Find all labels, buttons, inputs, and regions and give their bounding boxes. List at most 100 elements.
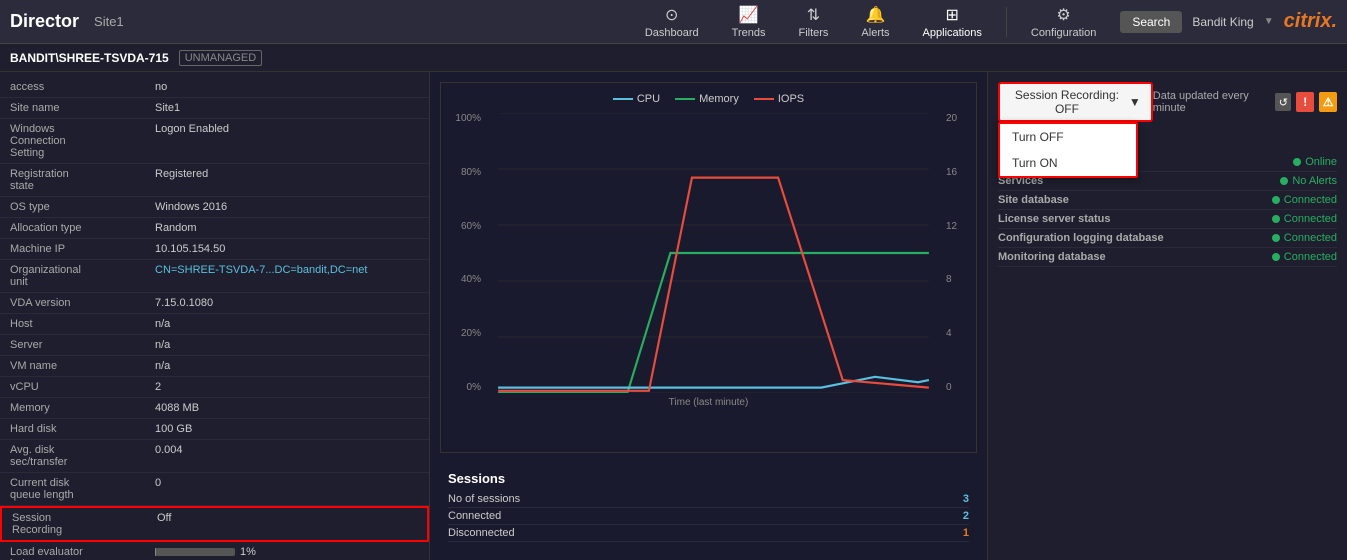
search-button[interactable]: Search [1120, 11, 1182, 33]
session-rec-label: Session Recording: OFF [1010, 88, 1124, 116]
sessions-label-total: No of sessions [448, 493, 520, 505]
value-windows: Logon Enabled [150, 121, 234, 161]
info-row-vcpu: vCPU 2 [0, 377, 429, 398]
progress-bar-fill [155, 548, 156, 556]
info-row-ip: Machine IP 10.105.154.50 [0, 239, 429, 260]
label-access: access [10, 79, 150, 95]
info-row-session-recording: SessionRecording Off [0, 506, 429, 542]
status-dot-sitedb [1272, 196, 1280, 204]
delivery-value-sitedb: Connected [1272, 194, 1337, 206]
label-ou: Organizationalunit [10, 262, 150, 290]
nav-separator [1006, 7, 1007, 37]
trends-icon: 📈 [739, 5, 759, 25]
progress-value: 1% [240, 546, 256, 558]
header-right: Search Bandit King ▼ citrix. [1120, 10, 1337, 33]
value-ip: 10.105.154.50 [150, 241, 230, 257]
chart-area: CPU Memory IOPS 100% 80% 60% 40% [440, 82, 977, 453]
y-right-tick-4: 4 [946, 328, 966, 339]
data-update-area: Data updated every minute ↺ ! ⚠ [1153, 90, 1337, 114]
value-os: Windows 2016 [150, 199, 232, 215]
label-reg: Registrationstate [10, 166, 150, 194]
legend-cpu: CPU [613, 93, 660, 105]
delivery-value-monitoring: Connected [1272, 251, 1337, 263]
user-dropdown-arrow[interactable]: ▼ [1264, 16, 1274, 27]
value-reg: Registered [150, 166, 213, 194]
left-panel: access no Site name Site1 WindowsConnect… [0, 72, 430, 560]
info-row-ou: Organizationalunit CN=SHREE-TSVDA-7...DC… [0, 260, 429, 293]
y-right-tick-0: 0 [946, 382, 966, 393]
info-row-memory: Memory 4088 MB [0, 398, 429, 419]
nav-applications-label: Applications [923, 27, 982, 39]
delivery-label-sitedb: Site database [998, 194, 1069, 206]
label-host: Host [10, 316, 150, 332]
label-avg-disk: Avg. disksec/transfer [10, 442, 150, 470]
nav-trends-label: Trends [732, 27, 766, 39]
label-vda: VDA version [10, 295, 150, 311]
delivery-label-configlog: Configuration logging database [998, 232, 1164, 244]
middle-panel: CPU Memory IOPS 100% 80% 60% 40% [430, 72, 987, 560]
delivery-label-license: License server status [998, 213, 1111, 225]
nav-filters[interactable]: ⇅ Filters [784, 1, 842, 43]
citrix-logo: citrix. [1284, 10, 1337, 33]
cpu-color [613, 98, 633, 100]
applications-icon: ⊞ [946, 5, 959, 25]
y-right-tick-8: 8 [946, 274, 966, 285]
unmanaged-badge: UNMANAGED [179, 50, 263, 66]
delivery-value-status: Online [1293, 156, 1337, 168]
legend-iops: IOPS [754, 93, 804, 105]
label-disk: Hard disk [10, 421, 150, 437]
value-ou[interactable]: CN=SHREE-TSVDA-7...DC=bandit,DC=net [150, 262, 372, 290]
nav-dashboard-label: Dashboard [645, 27, 699, 39]
brand-logo: Director [10, 11, 79, 32]
session-recording-bar: Session Recording: OFF ▼ Turn OFF Turn O… [998, 82, 1337, 122]
user-menu[interactable]: Bandit King [1192, 15, 1253, 29]
filters-icon: ⇅ [807, 5, 820, 25]
nav-dashboard[interactable]: ⊙ Dashboard [631, 1, 713, 43]
status-text-online: Online [1305, 156, 1337, 168]
refresh-button[interactable]: ↺ [1275, 93, 1291, 111]
delivery-value-configlog: Connected [1272, 232, 1337, 244]
main-nav: ⊙ Dashboard 📈 Trends ⇅ Filters 🔔 Alerts … [631, 1, 1111, 43]
label-vcpu: vCPU [10, 379, 150, 395]
value-memory: 4088 MB [150, 400, 204, 416]
status-dot-services [1280, 177, 1288, 185]
legend-cpu-label: CPU [637, 93, 660, 105]
label-os: OS type [10, 199, 150, 215]
main-content: access no Site name Site1 WindowsConnect… [0, 72, 1347, 560]
info-row-alloc: Allocation type Random [0, 218, 429, 239]
info-table: access no Site name Site1 WindowsConnect… [0, 77, 429, 560]
info-row-access: access no [0, 77, 429, 98]
breadcrumb-bar: BANDIT\SHREE-TSVDA-715 UNMANAGED [0, 44, 1347, 72]
dropdown-turn-on[interactable]: Turn ON [1000, 150, 1136, 176]
info-row-queue: Current diskqueue length 0 [0, 473, 429, 506]
sessions-value-total: 3 [963, 493, 969, 505]
nav-configuration[interactable]: ⚙ Configuration [1017, 1, 1110, 43]
session-recording-button[interactable]: Session Recording: OFF ▼ [998, 82, 1153, 122]
delivery-row-configlog: Configuration logging database Connected [998, 229, 1337, 248]
value-queue: 0 [150, 475, 166, 503]
data-update-text: Data updated every minute [1153, 90, 1271, 114]
y-tick-20: 20% [451, 328, 481, 339]
legend-iops-label: IOPS [778, 93, 804, 105]
nav-trends[interactable]: 📈 Trends [718, 1, 780, 43]
memory-color [675, 98, 695, 100]
value-disk: 100 GB [150, 421, 197, 437]
dropdown-turn-off[interactable]: Turn OFF [1000, 124, 1136, 150]
nav-applications[interactable]: ⊞ Applications [909, 1, 996, 43]
info-row-server: Server n/a [0, 335, 429, 356]
value-alloc: Random [150, 220, 202, 236]
value-server: n/a [150, 337, 175, 353]
status-text-services: No Alerts [1292, 175, 1337, 187]
delivery-row-license: License server status Connected [998, 210, 1337, 229]
nav-configuration-label: Configuration [1031, 27, 1096, 39]
delivery-label-monitoring: Monitoring database [998, 251, 1106, 263]
info-row-load: Load evaluatorindex 1% [0, 542, 429, 560]
y-tick-60: 60% [451, 221, 481, 232]
info-row-windows: WindowsConnectionSetting Logon Enabled [0, 119, 429, 164]
value-vcpu: 2 [150, 379, 166, 395]
status-dot-license [1272, 215, 1280, 223]
nav-filters-label: Filters [798, 27, 828, 39]
chart-with-axes: 100% 80% 60% 40% 20% 0% [451, 113, 966, 393]
dashboard-icon: ⊙ [665, 5, 678, 25]
nav-alerts[interactable]: 🔔 Alerts [847, 1, 903, 43]
